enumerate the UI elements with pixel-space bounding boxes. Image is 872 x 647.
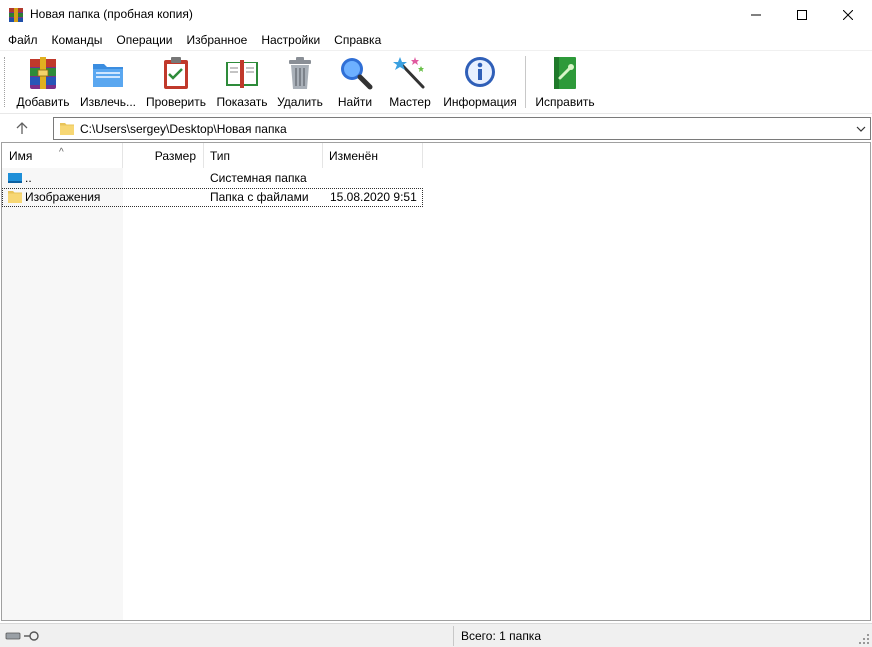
wizard-button-label: Мастер [389, 95, 431, 109]
status-summary: Всего: 1 папка [461, 629, 541, 643]
up-folder-button[interactable] [12, 119, 32, 137]
add-button-label: Добавить [16, 95, 70, 109]
list-header: ^ Имя Размер Тип Изменён [2, 143, 870, 168]
repair-button[interactable]: Исправить [534, 54, 596, 110]
toolbar: Добавить Извлечь... Проверить Показать У… [0, 50, 872, 113]
test-button-label: Проверить [145, 95, 206, 109]
delete-button[interactable]: Удалить [275, 54, 325, 110]
column-header-size[interactable]: Размер [123, 143, 204, 168]
row-name: Изображения [25, 190, 101, 204]
menu-settings[interactable]: Настройки [254, 30, 327, 50]
status-bar: Всего: 1 папка [0, 623, 872, 647]
close-icon [843, 10, 853, 20]
column-header-size-label: Размер [154, 149, 196, 163]
column-header-type[interactable]: Тип [204, 143, 323, 168]
minimize-button[interactable] [733, 0, 779, 30]
toolbar-grip[interactable] [4, 57, 7, 107]
status-divider [453, 626, 454, 646]
find-button-label: Найти [337, 95, 373, 109]
parent-folder-icon [8, 173, 22, 183]
chevron-down-icon [856, 126, 866, 132]
menu-file[interactable]: Файл [1, 30, 45, 50]
add-button[interactable]: Добавить [15, 54, 71, 110]
find-button[interactable]: Найти [333, 54, 377, 110]
toolbar-separator [525, 56, 526, 108]
row-name: .. [25, 171, 32, 185]
close-button[interactable] [825, 0, 871, 30]
add-archive-icon [30, 57, 56, 89]
view-book-icon [226, 60, 258, 88]
info-button[interactable]: Информация [441, 54, 519, 110]
path-text: C:\Users\sergey\Desktop\Новая папка [80, 122, 287, 136]
row-type: Папка с файлами [210, 190, 309, 204]
info-icon [465, 57, 495, 87]
menu-bar: Файл Команды Операции Избранное Настройк… [0, 30, 872, 50]
table-row-images[interactable]: Изображения Папка с файлами 15.08.2020 9… [2, 188, 423, 207]
extract-button-label: Извлечь... [79, 95, 136, 109]
test-button[interactable]: Проверить [145, 54, 207, 110]
file-list[interactable]: ^ Имя Размер Тип Изменён .. Системная па… [1, 142, 871, 621]
wizard-button[interactable]: Мастер [386, 54, 434, 110]
menu-help[interactable]: Справка [327, 30, 388, 50]
maximize-icon [797, 10, 807, 20]
menu-favorites[interactable]: Избранное [180, 30, 255, 50]
extract-folder-icon [93, 64, 123, 87]
folder-icon [8, 191, 22, 203]
column-header-name-label: Имя [9, 149, 33, 163]
magnifier-icon [341, 58, 373, 90]
winrar-app-icon [9, 8, 23, 22]
path-dropdown-button[interactable] [854, 121, 868, 137]
arrow-up-icon [16, 122, 28, 134]
table-row-parent[interactable]: .. Системная папка [2, 169, 423, 188]
folder-icon [60, 123, 74, 135]
title-bar: Новая папка (пробная копия) [0, 0, 872, 30]
trash-icon [289, 57, 311, 89]
column-header-name[interactable]: ^ Имя [2, 143, 123, 168]
wizard-wand-icon [393, 57, 425, 89]
sort-ascending-icon: ^ [59, 147, 64, 158]
repair-icon [554, 57, 576, 89]
column-header-modified[interactable]: Изменён [323, 143, 423, 168]
window-title: Новая папка (пробная копия) [30, 7, 193, 21]
extract-button[interactable]: Извлечь... [77, 54, 139, 110]
resize-grip-icon[interactable] [858, 633, 870, 645]
row-type: Системная папка [210, 171, 307, 185]
view-button[interactable]: Показать [214, 54, 270, 110]
column-header-type-label: Тип [210, 149, 231, 163]
name-column-background [2, 143, 123, 620]
drive-key-icons [5, 631, 39, 641]
address-bar: C:\Users\sergey\Desktop\Новая папка [0, 113, 872, 141]
menu-commands[interactable]: Команды [45, 30, 110, 50]
repair-button-label: Исправить [535, 95, 595, 109]
row-modified: 15.08.2020 9:51 [330, 190, 417, 204]
path-combobox[interactable]: C:\Users\sergey\Desktop\Новая папка [53, 117, 871, 140]
view-button-label: Показать [216, 95, 268, 109]
column-header-modified-label: Изменён [329, 149, 378, 163]
delete-button-label: Удалить [277, 95, 323, 109]
maximize-button[interactable] [779, 0, 825, 30]
menu-operations[interactable]: Операции [109, 30, 179, 50]
info-button-label: Информация [443, 95, 517, 109]
minimize-icon [751, 14, 761, 16]
test-clipboard-icon [164, 57, 188, 89]
